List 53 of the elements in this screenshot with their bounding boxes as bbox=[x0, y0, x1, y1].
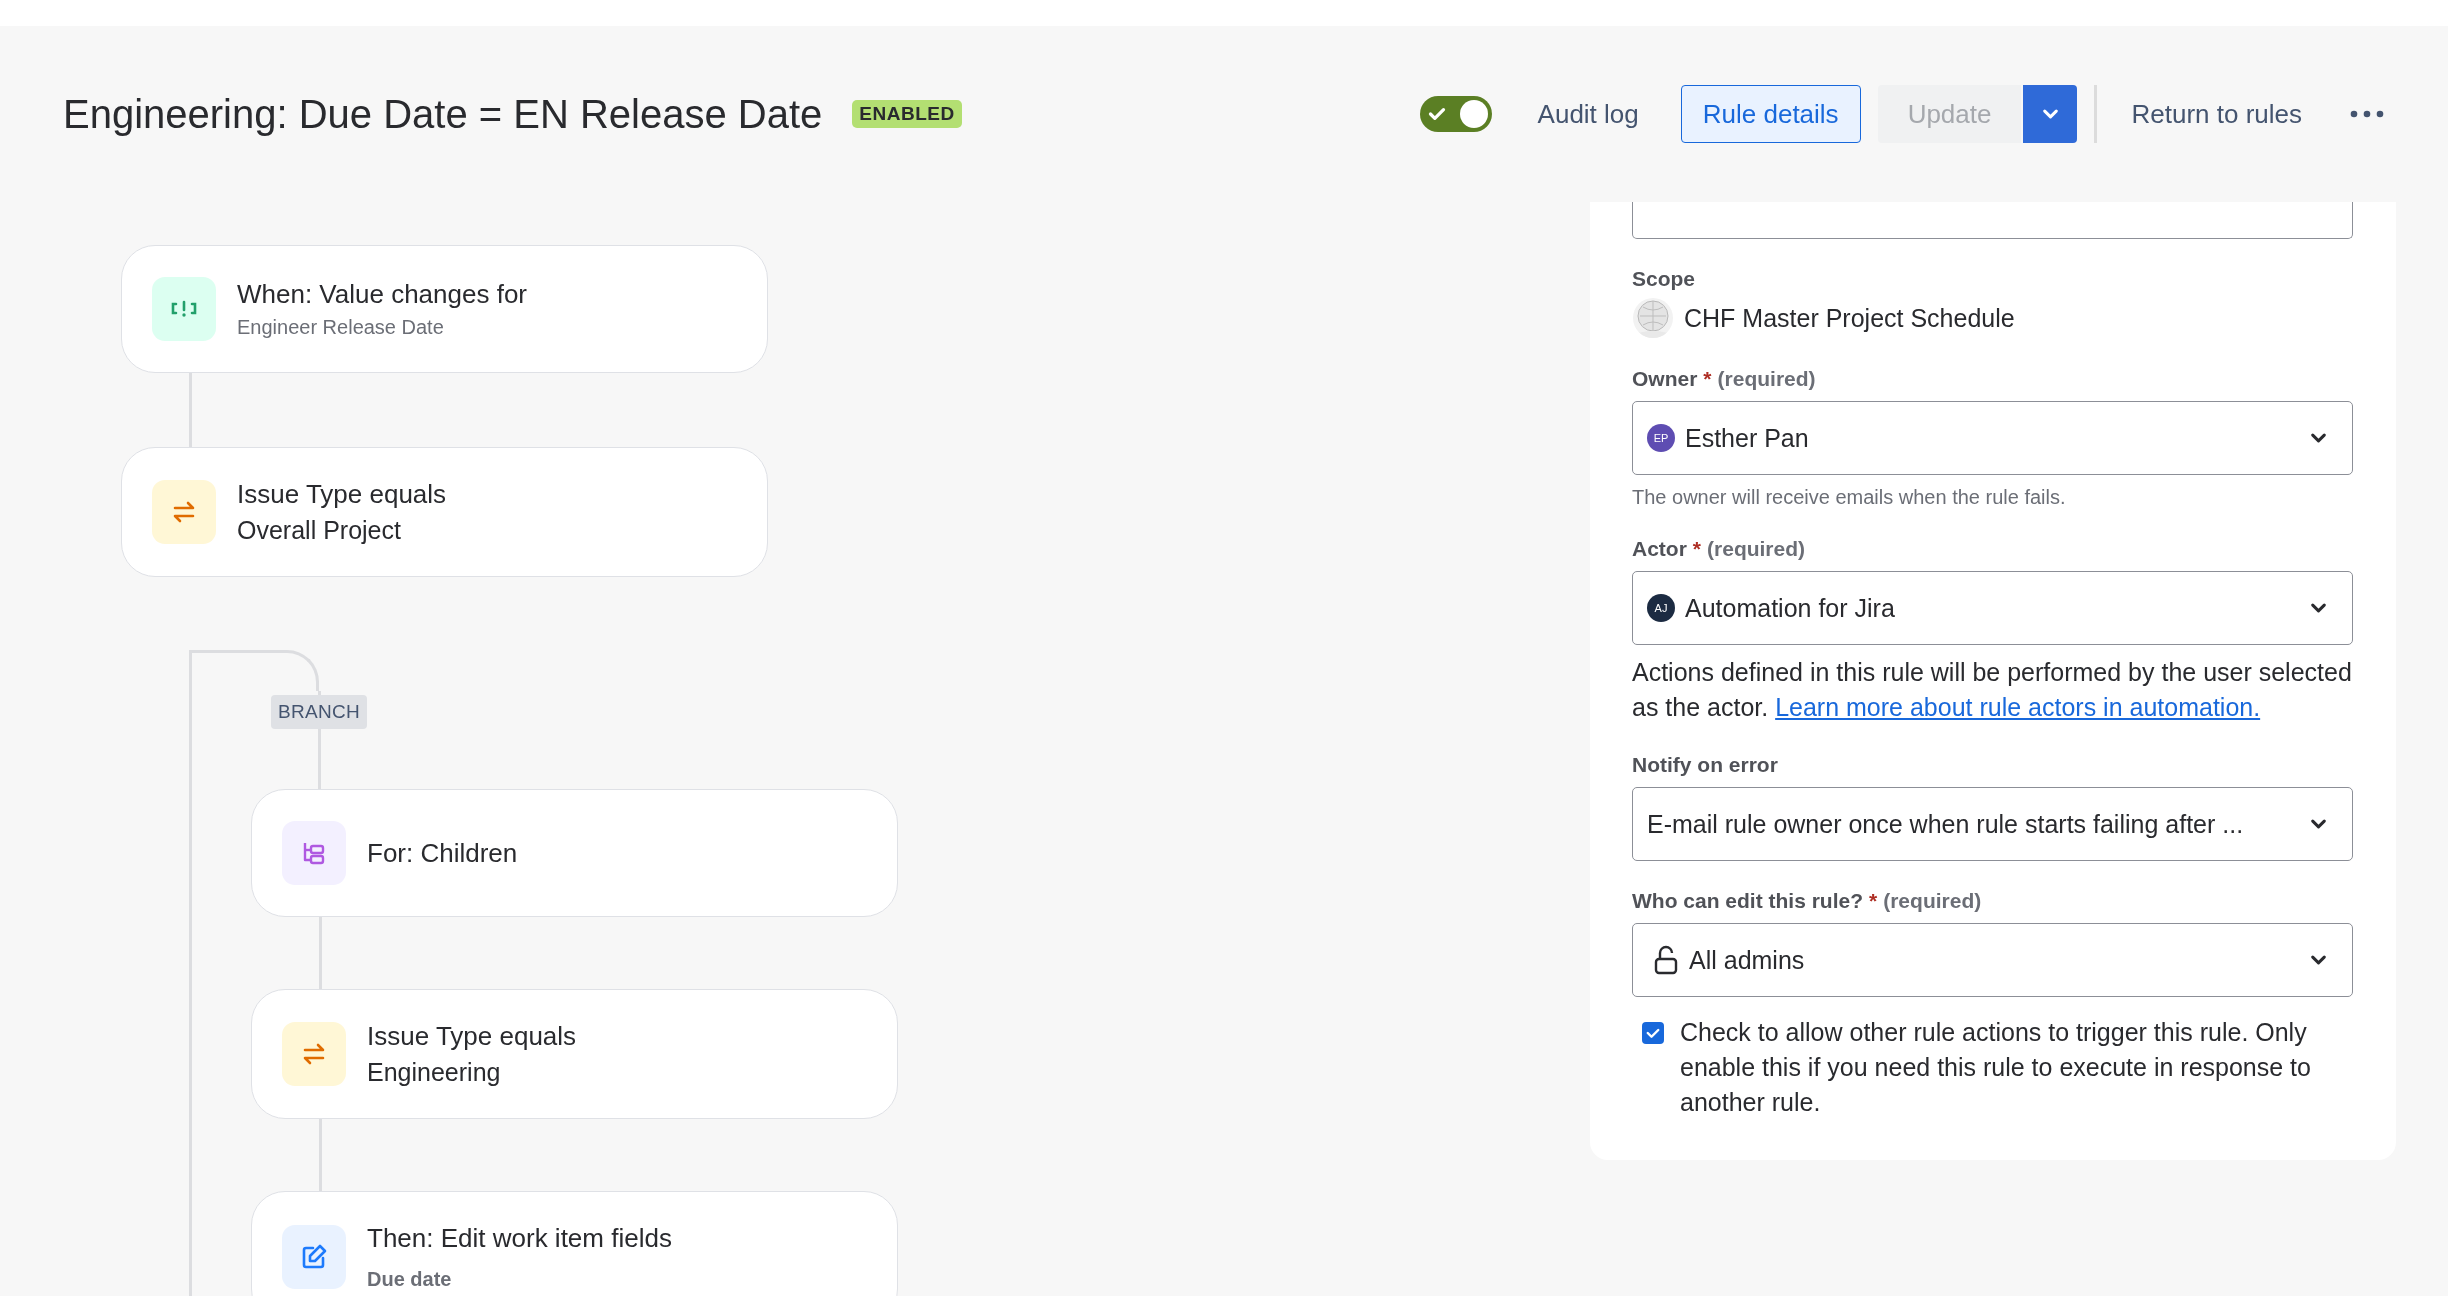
required-asterisk: * bbox=[1869, 889, 1878, 913]
select-field[interactable]: All admins bbox=[1632, 923, 2353, 997]
flow-step-card[interactable]: Then: Edit work item fields Due date bbox=[251, 1191, 898, 1296]
field-label: Who can edit this rule? bbox=[1632, 889, 1863, 913]
checkbox-label: Check to allow other rule actions to trigger this rule. Only enable this if you need this rule to execute in response to another rule. bbox=[1680, 1017, 2312, 1118]
step-title: Issue Type equals bbox=[237, 479, 447, 510]
step-title: For: Children bbox=[367, 837, 518, 869]
step-detail: Engineering bbox=[367, 1058, 502, 1087]
select-field[interactable]: EP Esther Pan bbox=[1632, 401, 2353, 475]
step-detail: Engineer Release Date bbox=[237, 316, 445, 339]
help-text: The owner will receive emails when the rule fails. bbox=[1632, 486, 2067, 509]
flow-step-card[interactable]: Issue Type equals Overall Project bbox=[121, 447, 768, 577]
branch-label: BRANCH bbox=[271, 695, 367, 729]
step-title: Then: Edit work item fields bbox=[367, 1223, 672, 1254]
audit-log-button[interactable]: Audit log bbox=[1537, 98, 1639, 130]
project-name: CHF Master Project Schedule bbox=[1684, 303, 2015, 333]
unlock-icon bbox=[1653, 945, 1679, 975]
rule-title: Engineering: Due Date = EN Release Date bbox=[63, 91, 823, 137]
update-dropdown-button[interactable] bbox=[2023, 85, 2078, 143]
flow-step-card[interactable]: For: Children bbox=[251, 789, 898, 917]
more-icon[interactable] bbox=[2350, 110, 2384, 118]
chevron-down-icon bbox=[2311, 603, 2326, 613]
required-asterisk: * bbox=[1703, 367, 1712, 391]
field-label: Scope bbox=[1632, 267, 1696, 291]
flow-step-card[interactable]: When: Value changes for Engineer Release Date bbox=[121, 245, 768, 373]
step-detail: Overall Project bbox=[237, 516, 402, 545]
chevron-down-icon bbox=[2042, 109, 2058, 119]
required-note: (required) bbox=[1717, 367, 1816, 391]
step-detail: Due date bbox=[367, 1268, 453, 1291]
step-title: Issue Type equals bbox=[367, 1021, 577, 1052]
enable-toggle[interactable] bbox=[1419, 96, 1492, 132]
rule-details-button[interactable]: Rule details bbox=[1680, 85, 1861, 143]
field-label: Notify on error bbox=[1632, 753, 1778, 777]
required-note: (required) bbox=[1883, 889, 1982, 913]
status-badge: ENABLED bbox=[852, 100, 962, 128]
select-field[interactable]: AJ Automation for Jira bbox=[1632, 571, 2353, 645]
actor-description: Actions defined in this rule will be performed by the user selected as the actor. Learn more about rule actors in automation. bbox=[1632, 657, 2353, 723]
required-note: (required) bbox=[1707, 537, 1806, 561]
learn-more-link[interactable]: Learn more about rule actors in automation. bbox=[1775, 693, 2261, 721]
required-asterisk: * bbox=[1692, 537, 1702, 561]
select-field[interactable]: E-mail rule owner once when rule starts failing after ... bbox=[1632, 787, 2353, 861]
field-label: Owner bbox=[1632, 367, 1698, 391]
avatar: EP bbox=[1647, 424, 1675, 452]
checkbox[interactable] bbox=[1642, 1022, 1664, 1044]
avatar: AJ bbox=[1647, 594, 1675, 622]
flow-step-card[interactable]: Issue Type equals Engineering bbox=[251, 989, 898, 1119]
field-label: Actor bbox=[1632, 537, 1687, 561]
text-field[interactable] bbox=[1632, 202, 2353, 239]
chevron-down-icon bbox=[2311, 955, 2326, 965]
return-to-rules-button[interactable]: Return to rules bbox=[2131, 98, 2302, 130]
step-title: When: Value changes for bbox=[237, 279, 528, 310]
chevron-down-icon bbox=[2311, 819, 2326, 829]
chevron-down-icon bbox=[2311, 433, 2326, 443]
